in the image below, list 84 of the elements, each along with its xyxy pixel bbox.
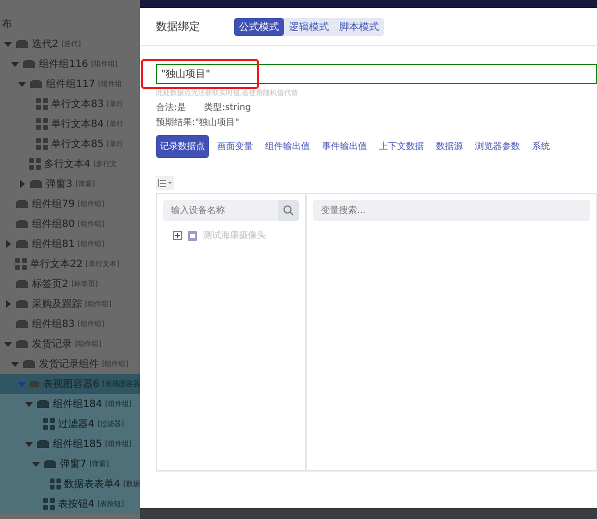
tree-item-label: 迭代2 — [32, 38, 58, 51]
folder-icon — [15, 279, 29, 289]
tree-item-label: 弹窗3 — [46, 178, 72, 191]
expected-result: 预期结果:"独山项目" — [156, 116, 240, 129]
tree-item-label: 单行文本85 — [51, 138, 104, 151]
caret-down-icon[interactable] — [25, 440, 33, 448]
tree-item-label: 单行文本83 — [51, 98, 104, 111]
folder-icon — [22, 59, 36, 69]
tree-item-label: 单行文本84 — [51, 118, 104, 131]
device-label[interactable]: 测试海康摄像头 — [203, 229, 266, 242]
folder-icon — [22, 359, 36, 369]
tree-item-label: 多行文本4 — [44, 158, 90, 171]
dialog-title: 数据绑定 — [156, 19, 200, 34]
folder-icon — [15, 319, 29, 329]
tree-item-label: 单行文本22 — [30, 258, 83, 271]
grid-icon — [36, 138, 48, 150]
variable-search-field[interactable]: 变量搜索... — [313, 200, 590, 221]
camera-icon — [188, 230, 197, 240]
tree-item-label: 采购及跟踪 — [32, 298, 82, 311]
tree-item-label: 过滤器4 — [58, 418, 94, 431]
tree-item-label: 组件组81 — [32, 238, 75, 251]
tree-item-label: 组件组117 — [46, 78, 96, 91]
caret-down-icon[interactable] — [11, 360, 19, 368]
tree-item-label: 组件组80 — [32, 218, 75, 231]
folder-icon — [15, 39, 29, 49]
tree-item[interactable]: 布 — [0, 14, 140, 34]
mode-tab[interactable]: 公式模式 — [234, 18, 284, 36]
caret-right-icon[interactable] — [4, 240, 12, 248]
caret-down-icon[interactable] — [25, 400, 33, 408]
folder-icon — [36, 399, 50, 409]
tree-item-label: 发货记录组件 — [39, 358, 99, 371]
expand-icon[interactable] — [173, 231, 182, 240]
type-text: 类型:string — [204, 102, 251, 114]
tree-item-label: 表视图容器6 — [42, 378, 100, 391]
caret-down-icon[interactable] — [32, 460, 40, 468]
source-tab[interactable]: 系统 — [528, 135, 554, 158]
caret-down-icon[interactable] — [11, 60, 19, 68]
grid-icon — [15, 258, 27, 270]
tree-item-label: 组件组185 — [53, 438, 102, 451]
folder-icon — [15, 339, 29, 349]
grid-icon — [36, 98, 48, 110]
caret-down-icon[interactable] — [4, 340, 12, 348]
folder-icon — [29, 179, 43, 189]
grid-icon — [29, 158, 41, 170]
grid-icon — [50, 478, 61, 490]
source-tab[interactable]: 画面变量 — [213, 135, 257, 158]
caret-down-icon[interactable] — [4, 40, 12, 48]
validity-text: 合法:是 — [156, 102, 186, 114]
folder-icon — [15, 239, 29, 249]
tree-item-label: 数据表表单4 — [64, 478, 120, 491]
folder-icon — [36, 439, 50, 449]
folder-icon — [43, 459, 57, 469]
source-tab[interactable]: 事件输出值 — [318, 135, 371, 158]
source-tab[interactable]: 浏览器参数 — [471, 135, 524, 158]
tree-item-label: 弹窗7 — [60, 458, 86, 471]
caret-right-icon[interactable] — [18, 180, 26, 188]
tree-item-label: 布 — [2, 18, 12, 31]
source-tab[interactable]: 上下文数据 — [375, 135, 428, 158]
mode-tab[interactable]: 逻辑模式 — [284, 18, 334, 36]
formula-field[interactable]: "独山项目" — [156, 64, 597, 84]
grid-icon — [43, 418, 55, 430]
tree-item-label: 组件组116 — [39, 58, 88, 71]
folder-icon — [15, 299, 29, 309]
tree-item-label: 组件组184 — [53, 398, 102, 411]
tree-item-label: 组件组79 — [32, 198, 75, 211]
source-tab[interactable]: 数据源 — [432, 135, 467, 158]
search-icon[interactable] — [278, 200, 299, 221]
folder-icon — [29, 379, 40, 389]
grid-icon — [43, 498, 55, 510]
tree-item-label: 标签页2 — [32, 278, 68, 291]
tree-item-label: 表按钮4 — [58, 498, 94, 511]
folder-icon — [29, 79, 43, 89]
grid-icon — [36, 118, 48, 130]
source-tab[interactable]: 记录数据点 — [156, 135, 209, 158]
caret-right-icon[interactable] — [4, 300, 12, 308]
device-search-field[interactable]: 输入设备名称 — [163, 200, 278, 221]
folder-icon — [15, 219, 29, 229]
source-tab[interactable]: 组件输出值 — [261, 135, 314, 158]
tree-item-label: 组件组83 — [32, 318, 75, 331]
caret-down-icon[interactable] — [18, 80, 26, 88]
mode-tab[interactable]: 脚本模式 — [334, 18, 384, 36]
list-view-button[interactable] — [156, 176, 174, 190]
tree-item-label: 发货记录 — [32, 338, 72, 351]
folder-icon — [15, 199, 29, 209]
